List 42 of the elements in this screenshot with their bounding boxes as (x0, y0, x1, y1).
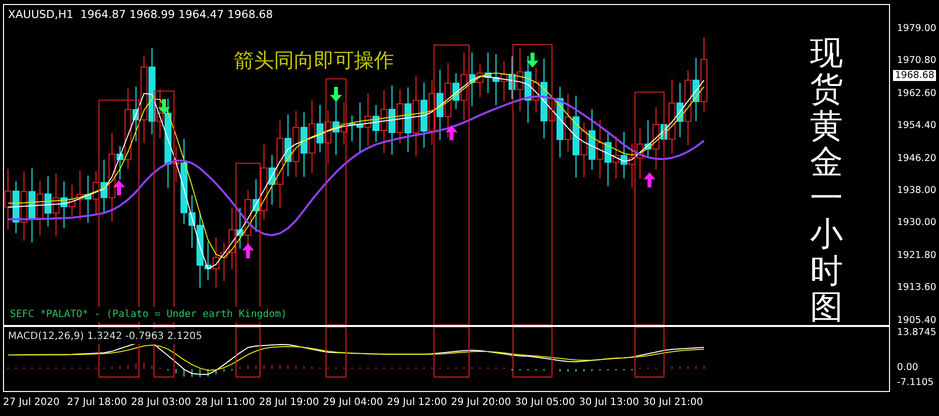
signal-frame (236, 327, 260, 378)
time-tick-label: 28 Jul 19:00 (259, 396, 320, 410)
macd-tick-label: 13.8745 (897, 327, 936, 339)
time-tick-label: 27 Jul 2020 (3, 396, 61, 410)
up-arrow-icon (446, 125, 458, 140)
price-tick-label: 1962.60 (897, 88, 936, 100)
time-tick-label: 27 Jul 18:00 (67, 396, 128, 410)
time-tick-label: 30 Jul 05:00 (515, 396, 576, 410)
price-tick-label: 1905.40 (897, 314, 936, 327)
time-tick-label: 29 Jul 04:00 (323, 396, 384, 410)
macd-tick-label: -7.1105 (897, 377, 934, 389)
signal-frame (512, 327, 552, 378)
vertical-chart-title: 现货黄金一小时图 (810, 35, 843, 326)
macd-label: MACD(12,26,9) 1.3242 -0.7963 2.1205 (8, 329, 202, 344)
chart-header: XAUUSD,H1 1964.87 1968.99 1964.47 1968.68 (8, 7, 273, 23)
up-arrow-icon (242, 243, 254, 258)
price-tick-label: 1913.60 (897, 282, 936, 294)
down-arrow-icon (158, 99, 170, 114)
signal-frame (634, 327, 664, 378)
signal-frame (434, 327, 470, 378)
down-arrow-icon (526, 52, 538, 68)
price-tick-label: 1921.80 (897, 250, 936, 262)
time-tick-label: 29 Jul 12:00 (387, 396, 448, 410)
down-arrow-icon (330, 86, 342, 102)
price-tick-label: 1970.80 (897, 55, 936, 68)
price-tick-label: 1930.00 (897, 217, 936, 230)
price-tick-label: 1938.00 (897, 185, 936, 197)
price-tick-label: 1946.20 (897, 152, 936, 165)
chart-overlay-text: 箭头同向即可操作 (234, 47, 394, 74)
current-price-tag: 1968.68 (893, 70, 936, 81)
time-tick-label: 28 Jul 03:00 (131, 396, 192, 410)
indicator-caption: SEFC *PALATO* - (Palato = Under earth Kingdom) (10, 307, 287, 322)
time-tick-label: 30 Jul 13:00 (579, 396, 640, 410)
price-tick-label: 1954.40 (897, 120, 936, 132)
price-tick-label: 1979.00 (897, 23, 936, 35)
up-arrow-icon (113, 180, 125, 196)
macd-tick-label: 0.00 (897, 362, 918, 374)
signal-frame (326, 327, 346, 378)
time-tick-label: 29 Jul 20:00 (451, 396, 512, 410)
time-tick-label: 30 Jul 21:00 (643, 396, 704, 410)
time-tick-label: 28 Jul 11:00 (195, 396, 256, 410)
up-arrow-icon (644, 172, 656, 188)
